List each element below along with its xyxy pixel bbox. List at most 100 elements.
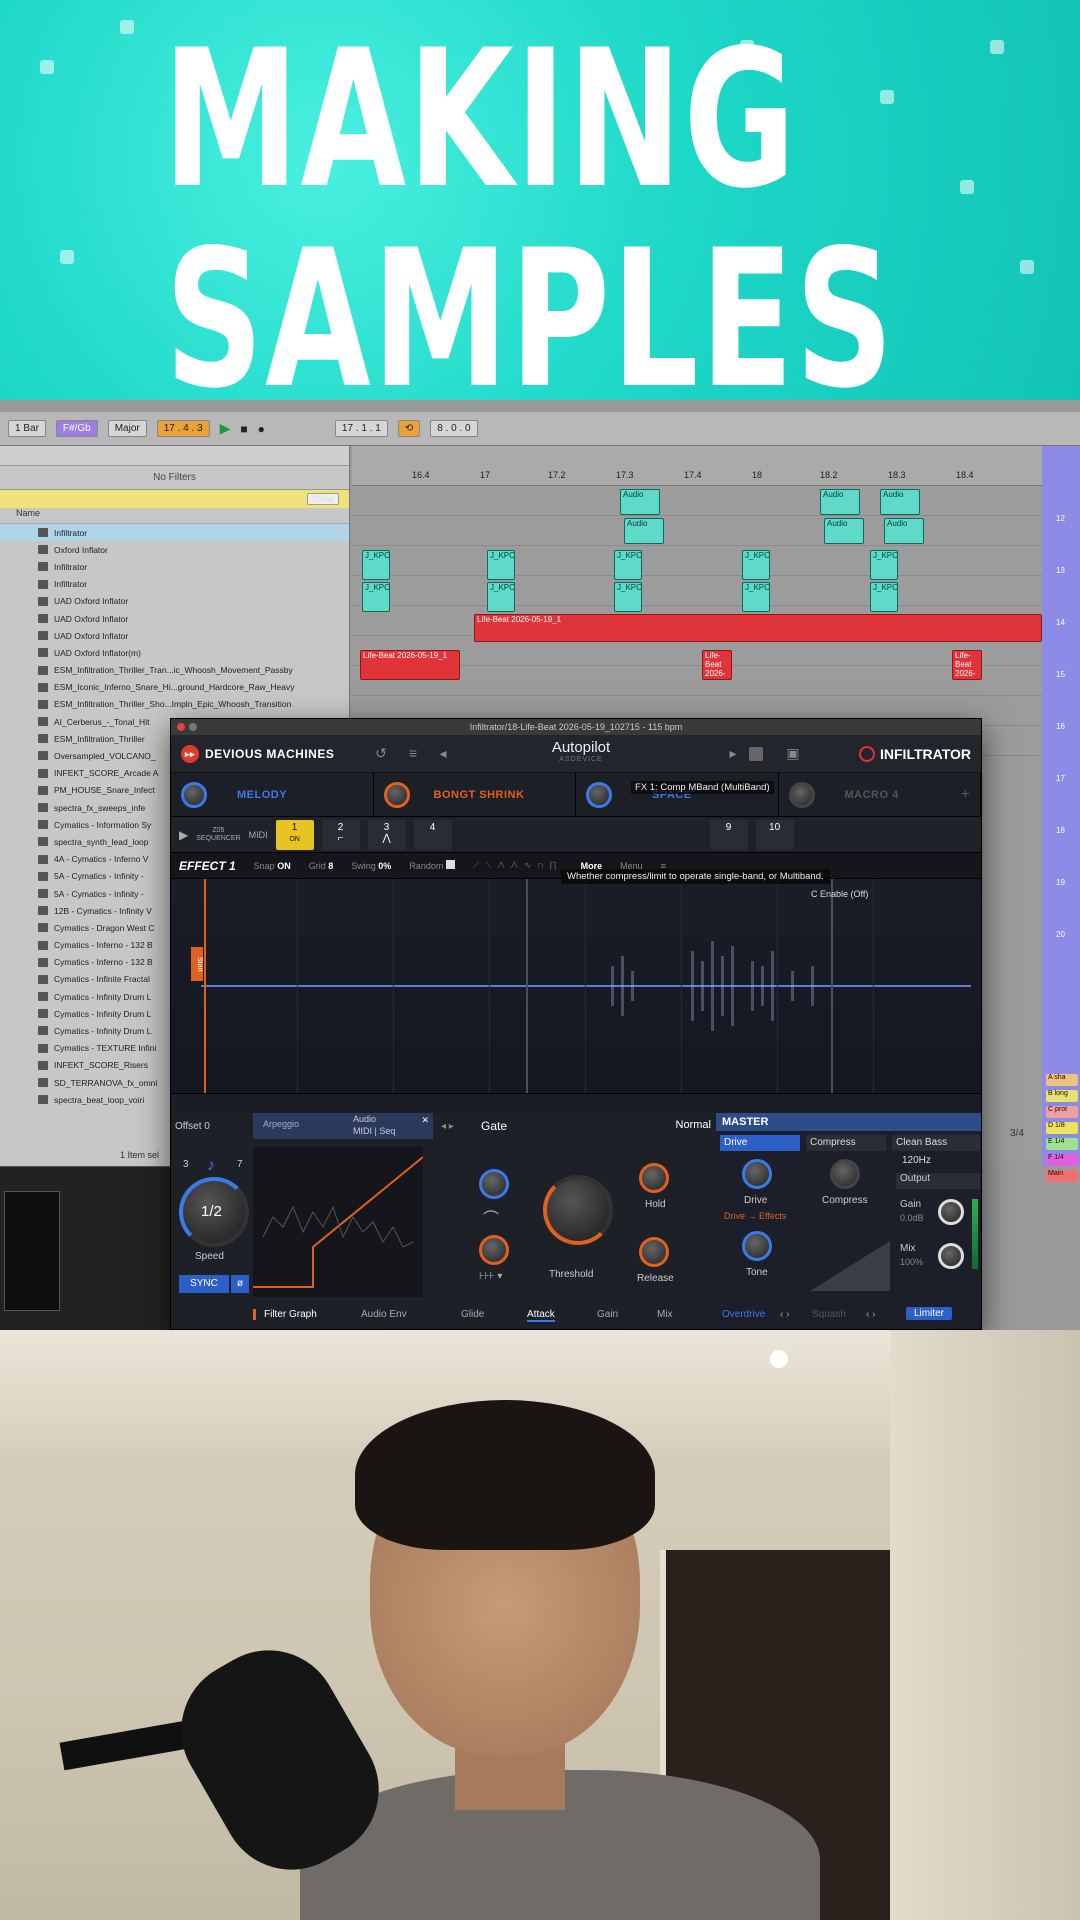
browser-filters[interactable]: No Filters <box>0 466 349 490</box>
offset-label[interactable]: Offset 0 <box>175 1121 210 1132</box>
return-track-chip[interactable]: C prot <box>1046 1106 1078 1118</box>
track-lane[interactable] <box>352 516 1042 546</box>
fx-slot-4[interactable]: 4 <box>413 819 452 850</box>
audio-clip[interactable]: Audio <box>824 518 864 544</box>
audio-clip[interactable]: J_KPC <box>870 582 898 612</box>
macro-2[interactable]: BONGT SHRINK <box>373 773 576 816</box>
filter-graph[interactable] <box>253 1147 423 1297</box>
prev-effect-icon[interactable]: ◂ ▸ <box>441 1121 454 1132</box>
audio-clip[interactable]: J_KPC <box>362 582 390 612</box>
preset-selector[interactable]: Autopilot ASDEVICE <box>456 739 706 763</box>
track-number[interactable]: 18 <box>1056 826 1065 835</box>
hamburger-menu-icon[interactable]: ≡ <box>403 745 423 763</box>
master-tab-clean-bass[interactable]: Clean Bass <box>892 1135 980 1151</box>
track-number[interactable]: 14 <box>1056 618 1065 627</box>
track-lane[interactable] <box>352 546 1042 576</box>
route-audio[interactable]: Audio <box>353 1114 376 1124</box>
browser-item[interactable]: UAD Oxford Inflator(m) <box>0 644 349 661</box>
browser-search-bar[interactable] <box>0 446 349 466</box>
fx-slot-9[interactable]: 9 <box>709 819 748 850</box>
next-preset-icon[interactable]: ▸ <box>723 745 743 763</box>
track-number[interactable]: 13 <box>1056 566 1065 575</box>
audio-clip[interactable]: Audio <box>620 489 660 515</box>
timeline-ruler[interactable]: 16.4 17 17.2 17.3 17.4 18 18.2 18.3 18.4 <box>352 446 1042 486</box>
threshold-knob[interactable] <box>543 1175 613 1245</box>
return-track-chip[interactable]: F 1/4 <box>1046 1154 1078 1166</box>
arpeggio-label[interactable]: Arpeggio <box>263 1119 299 1129</box>
step-marker[interactable] <box>526 879 528 1093</box>
limiter-toggle[interactable]: Limiter <box>906 1307 953 1320</box>
master-gain-knob[interactable] <box>938 1199 964 1225</box>
audio-clip[interactable]: J_KPC <box>487 582 515 612</box>
random-checkbox-icon[interactable] <box>445 860 455 869</box>
macro-2-knob[interactable] <box>383 781 410 808</box>
track-number[interactable]: 16 <box>1056 722 1065 731</box>
gain-tab[interactable]: Gain <box>597 1309 618 1320</box>
macro-1[interactable]: MELODY <box>171 773 374 816</box>
fx-slot-10[interactable]: 10 <box>755 819 794 850</box>
seq-midi[interactable]: MIDI <box>249 830 268 840</box>
audio-clip[interactable]: Audio <box>820 489 860 515</box>
add-macro-icon[interactable]: + <box>961 786 970 804</box>
squash-arrows-icon[interactable]: ‹ › <box>866 1309 875 1320</box>
fx-slot-1[interactable]: 1 ON <box>275 819 314 850</box>
browser-item[interactable]: UAD Oxford Inflator <box>0 610 349 627</box>
mix-tab[interactable]: Mix <box>657 1309 673 1320</box>
audio-clip[interactable]: J_KPC <box>870 550 898 580</box>
step-marker[interactable] <box>204 879 206 1093</box>
sync-button[interactable]: SYNC <box>179 1275 229 1293</box>
compression-curve[interactable] <box>810 1241 890 1291</box>
audio-clip[interactable]: Audio <box>880 489 920 515</box>
audio-clip[interactable]: J_KPC <box>614 550 642 580</box>
browser-item[interactable]: Infiltrator <box>0 524 349 542</box>
track-number[interactable]: 20 <box>1056 930 1065 939</box>
quantize-select[interactable]: 1 Bar <box>8 420 46 437</box>
master-mix-knob[interactable] <box>938 1243 964 1269</box>
browser-item[interactable]: Infiltrator <box>0 558 349 575</box>
return-track-chip[interactable]: E 1/4 <box>1046 1138 1078 1150</box>
track-number[interactable]: 15 <box>1056 670 1065 679</box>
audio-clip[interactable]: Audio <box>884 518 924 544</box>
envelope-line[interactable] <box>201 985 971 987</box>
macro-4[interactable]: MACRO 4 + <box>778 773 981 816</box>
audio-clip[interactable]: J_KPC <box>487 550 515 580</box>
randomize-icon[interactable] <box>749 747 763 761</box>
name-column-header[interactable]: Name <box>0 508 349 524</box>
browser-item[interactable]: ESM_Infiltration_Thriller_Sho...Impln_Ep… <box>0 696 349 713</box>
compress-knob[interactable] <box>830 1159 860 1189</box>
browser-item[interactable]: UAD Oxford Inflator <box>0 627 349 644</box>
return-track-chip[interactable]: B long <box>1046 1090 1078 1102</box>
grid-control[interactable]: Grid 8 <box>309 861 334 871</box>
release-knob[interactable] <box>639 1237 669 1267</box>
fx-slot-2[interactable]: 2 ⌐ <box>321 819 360 850</box>
macro-1-knob[interactable] <box>181 781 207 808</box>
master-tab-compress[interactable]: Compress <box>806 1135 886 1151</box>
save-preset-icon[interactable]: ▣ <box>783 745 803 763</box>
random-control[interactable]: Random <box>409 860 455 871</box>
squash-select[interactable]: Squash <box>812 1309 846 1320</box>
track-number[interactable]: 17 <box>1056 774 1065 783</box>
track-number[interactable]: 19 <box>1056 878 1065 887</box>
start-marker[interactable]: Start <box>191 947 203 981</box>
macro-4-knob[interactable] <box>788 781 815 808</box>
hold-knob[interactable] <box>639 1163 669 1193</box>
overdrive-arrows-icon[interactable]: ‹ › <box>780 1309 789 1320</box>
audio-clip[interactable]: J_KPC <box>742 550 770 580</box>
attack-tab[interactable]: Attack <box>527 1309 555 1322</box>
fx-slot-3[interactable]: 3 ⋀ <box>367 819 406 850</box>
return-track-chip[interactable]: Main <box>1046 1170 1078 1182</box>
macro-3[interactable]: SPACE <box>576 773 779 816</box>
mode-select[interactable]: Major <box>107 420 147 437</box>
audio-env-tab[interactable]: Audio Env <box>361 1309 407 1320</box>
gate-mode[interactable]: Normal <box>676 1119 711 1131</box>
browser-item[interactable]: ESM_Infiltration_Thriller_Tran...ic_Whoo… <box>0 662 349 679</box>
audio-clip[interactable]: Life-Beat 2026-05-19_1 <box>474 614 1042 642</box>
route-selector[interactable]: Arpeggio Audio MIDI | Seq ✕ <box>253 1113 433 1139</box>
return-track-chip[interactable]: D 1/8 <box>1046 1122 1078 1134</box>
audio-clip[interactable]: J_KPC <box>614 582 642 612</box>
audio-clip[interactable]: J_KPC <box>362 550 390 580</box>
swing-control[interactable]: Swing 0% <box>351 861 391 871</box>
waveform-editor[interactable]: Start <box>171 879 981 1094</box>
macro-3-knob[interactable] <box>586 781 612 808</box>
close-route-icon[interactable]: ✕ <box>421 1115 429 1126</box>
